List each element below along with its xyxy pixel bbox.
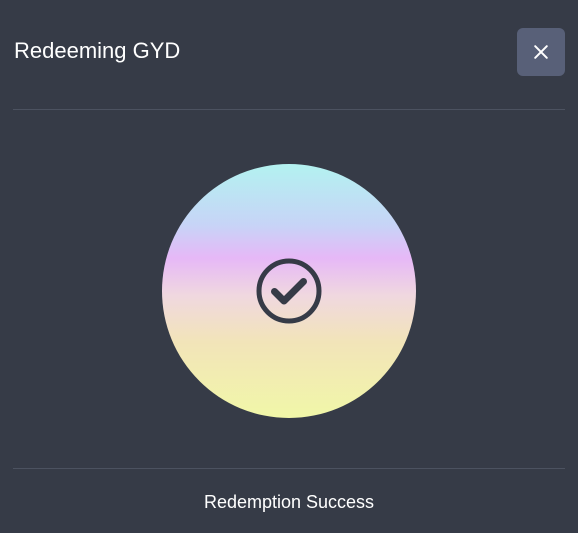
dialog-header: Redeeming GYD: [14, 28, 565, 76]
check-circle-icon: [254, 256, 324, 326]
redeem-dialog: Redeeming GYD Redemption Success: [0, 0, 578, 533]
dialog-title: Redeeming GYD: [14, 38, 181, 63]
success-orb: [162, 164, 416, 418]
footer-divider: [13, 468, 565, 469]
header-divider: [13, 109, 565, 110]
close-icon: [533, 44, 549, 60]
close-button[interactable]: [517, 28, 565, 76]
redemption-status: Redemption Success: [203, 492, 375, 512]
